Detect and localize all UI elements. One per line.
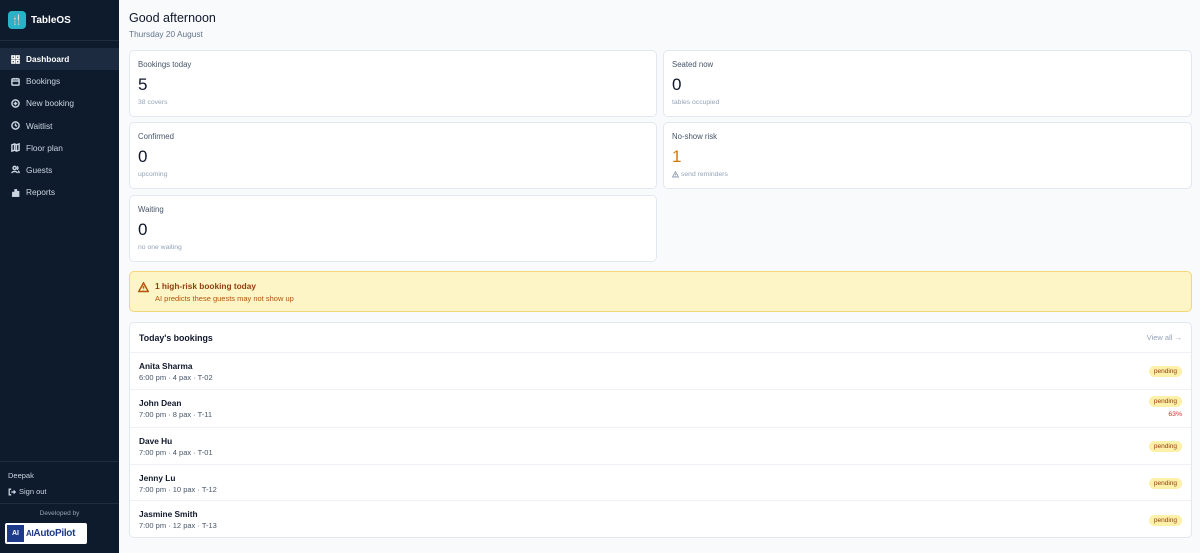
stat-sub: upcoming [138,171,167,178]
stat-card-no-show-risk[interactable]: No-show risk 1 send reminders [663,122,1192,189]
stat-sub-text: tables occupied [672,99,720,106]
status-badge: pending [1148,396,1182,407]
sidebar-item-label: New booking [26,98,74,109]
users-icon [10,165,20,175]
developer-credit: Developed by AI AIAutoPilot [0,503,119,544]
stat-label: Waiting [138,205,164,214]
page-date: Thursday 20 August [129,29,203,39]
booking-detail: 7:00 pm · 8 pax · T-11 [139,410,213,419]
sidebar-item-dashboard[interactable]: Dashboard [0,48,119,70]
guest-name: Jenny Lu [139,473,176,483]
no-show-risk-percent: 63% [1168,411,1182,418]
brand[interactable]: 🍴 TableOS [0,0,119,41]
warning-icon [672,171,679,178]
booking-row[interactable]: Jasmine Smith 7:00 pm · 12 pax · T-13 pe… [130,501,1191,537]
sidebar: 🍴 TableOS Dashboard Bookings New booking [0,0,119,553]
status-badge: pending [1148,441,1182,452]
status-badge: pending [1148,478,1182,489]
status-badge: pending [1148,366,1182,377]
developer-logo-main: AutoPilot [33,528,76,539]
booking-row[interactable]: Dave Hu 7:00 pm · 4 pax · T-01 pending [130,428,1191,465]
sidebar-item-bookings[interactable]: Bookings [0,70,119,92]
warning-icon [137,280,150,293]
alert-title: 1 high-risk booking today [155,281,256,291]
todays-bookings-panel: Today's bookings View all → Anita Sharma… [129,322,1192,538]
high-risk-alert[interactable]: 1 high-risk booking today AI predicts th… [129,271,1192,312]
guest-name: Dave Hu [139,436,173,446]
booking-detail: 6:00 pm · 4 pax · T-02 [139,373,213,382]
stat-card-seated-now[interactable]: Seated now 0 tables occupied [663,50,1192,117]
stat-card-confirmed[interactable]: Confirmed 0 upcoming [129,122,657,189]
stat-value: 0 [672,75,682,94]
developer-logo[interactable]: AI AIAutoPilot [5,523,87,544]
sidebar-item-label: Floor plan [26,142,63,153]
stat-label: Bookings today [138,60,192,69]
sidebar-item-label: Guests [26,164,53,175]
sign-out-label: Sign out [19,487,47,496]
clock-icon [10,121,20,131]
stat-sub: 38 covers [138,99,167,106]
sidebar-item-label: Waitlist [26,120,53,131]
guest-name: Jasmine Smith [139,509,198,519]
bookings-header: Today's bookings View all → [130,323,1191,353]
stat-value: 0 [138,220,148,239]
calendar-icon [10,76,20,86]
guest-name: John Dean [139,398,182,408]
booking-detail: 7:00 pm · 12 pax · T-13 [139,521,217,530]
alert-subtitle: AI predicts these guests may not show up [155,294,294,303]
stat-value: 1 [672,147,682,166]
booking-detail: 7:00 pm · 4 pax · T-01 [139,448,213,457]
sidebar-item-guests[interactable]: Guests [0,159,119,181]
sidebar-item-reports[interactable]: Reports [0,181,119,203]
stat-card-bookings-today[interactable]: Bookings today 5 38 covers [129,50,657,117]
booking-row[interactable]: Jenny Lu 7:00 pm · 10 pax · T-12 pending [130,465,1191,501]
page-title: Good afternoon [129,11,216,25]
bar-chart-icon [10,187,20,197]
bookings-title: Today's bookings [139,333,213,343]
sidebar-item-label: Bookings [26,76,61,87]
status-badge: pending [1148,515,1182,526]
grid-icon [10,54,20,64]
stat-card-waiting[interactable]: Waiting 0 no one waiting [129,195,657,262]
stat-sub-text: 38 covers [138,99,168,106]
stat-value: 5 [138,75,148,94]
sidebar-item-floor-plan[interactable]: Floor plan [0,137,119,159]
app-name: TableOS [31,14,71,26]
sidebar-item-label: Dashboard [26,54,70,64]
sidebar-item-label: Reports [26,187,56,198]
sign-out-button[interactable]: Sign out [0,480,119,496]
plus-circle-icon [10,98,20,108]
sidebar-item-waitlist[interactable]: Waitlist [0,115,119,137]
developed-by-label: Developed by [39,510,80,517]
stat-sub-text: upcoming [138,171,168,178]
developer-logo-text: AIAutoPilot [26,528,75,539]
sidebar-item-new-booking[interactable]: New booking [0,92,119,114]
booking-row[interactable]: Anita Sharma 6:00 pm · 4 pax · T-02 pend… [130,353,1191,390]
booking-row[interactable]: John Dean 7:00 pm · 8 pax · T-11 pending… [130,390,1191,428]
stat-sub-text: no one waiting [138,244,182,251]
guest-name: Anita Sharma [139,361,193,371]
map-icon [10,143,20,153]
stat-sub-text: send reminders [681,171,728,178]
stat-label: No-show risk [672,132,718,141]
user-name: Deepak [8,471,34,480]
app-logo: 🍴 [8,11,26,29]
stat-label: Confirmed [138,132,174,141]
stat-sub: no one waiting [138,244,182,251]
sidebar-nav: Dashboard Bookings New booking Waitlist … [0,41,119,203]
stat-sub: tables occupied [672,99,719,106]
stat-value: 0 [138,147,148,166]
sign-out-icon [8,488,16,495]
view-all-link[interactable]: View all → [1147,333,1182,342]
sidebar-footer: Deepak Sign out [0,461,119,496]
developer-logo-mark: AI [7,525,24,542]
stat-label: Seated now [672,60,714,69]
booking-detail: 7:00 pm · 10 pax · T-12 [139,485,217,494]
stat-sub: send reminders [672,171,728,178]
